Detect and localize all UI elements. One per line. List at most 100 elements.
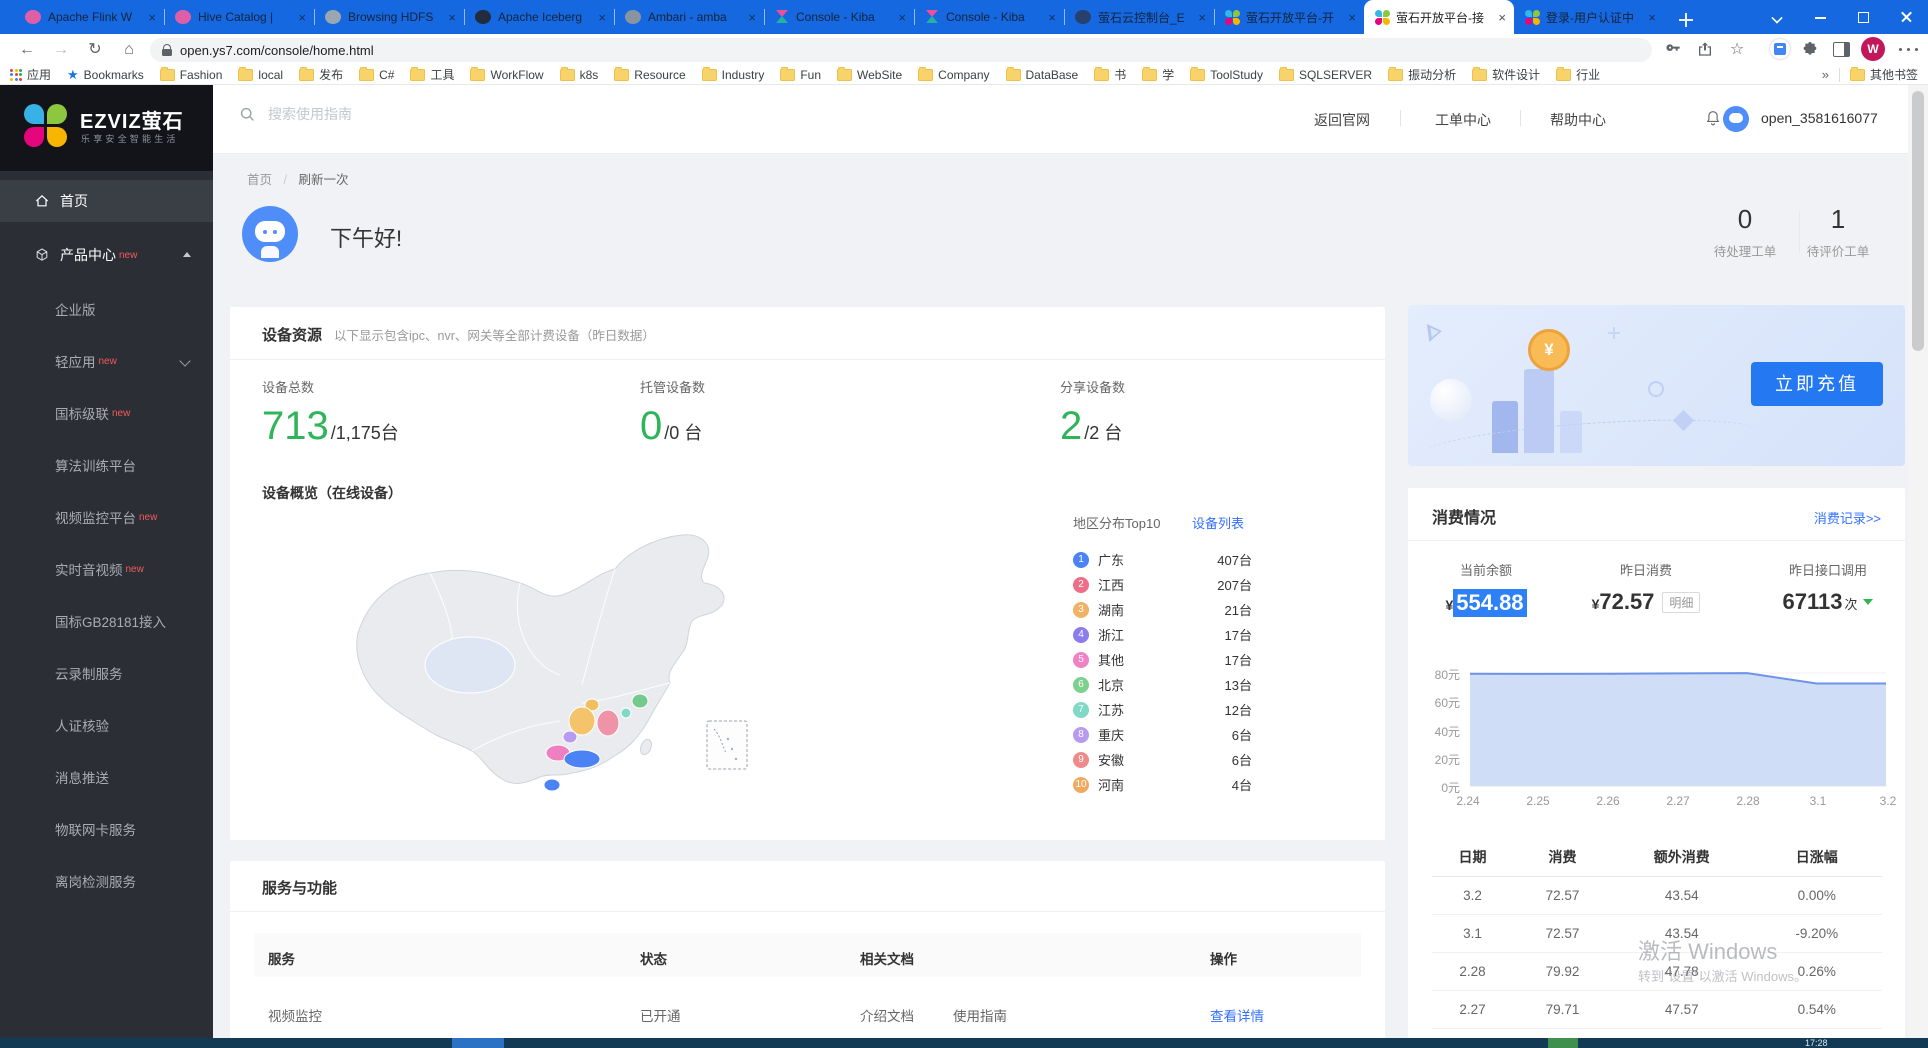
taskbar-app-blue[interactable] bbox=[452, 1038, 504, 1048]
bookmark-folder[interactable]: Fashion bbox=[160, 68, 223, 82]
bookmark-folder[interactable]: local bbox=[238, 68, 283, 82]
tab-close-icon[interactable]: × bbox=[446, 10, 458, 25]
consumption-records-link[interactable]: 消费记录>> bbox=[1814, 508, 1881, 527]
recharge-button[interactable]: 立即充值 bbox=[1751, 362, 1883, 406]
region-row[interactable]: 4浙江17台 bbox=[1073, 622, 1252, 647]
bookmark-folder[interactable]: 振动分析 bbox=[1388, 66, 1456, 83]
window-close-icon[interactable] bbox=[1885, 0, 1928, 34]
link-help-center[interactable]: 帮助中心 bbox=[1550, 110, 1606, 130]
browser-tab[interactable]: Browsing HDFS× bbox=[314, 0, 464, 34]
browser-menu-kebab-icon[interactable] bbox=[1896, 37, 1920, 61]
notification-bell-icon[interactable] bbox=[1704, 109, 1722, 132]
translate-icon[interactable] bbox=[1768, 37, 1792, 61]
detail-tag-button[interactable]: 明细 bbox=[1662, 592, 1700, 613]
search-input[interactable] bbox=[266, 105, 570, 123]
bookmark-folder[interactable]: Fun bbox=[780, 68, 821, 82]
bookmark-folder[interactable]: ToolStudy bbox=[1190, 68, 1263, 82]
page-scrollbar[interactable] bbox=[1908, 85, 1928, 1038]
browser-menu-chevron-icon[interactable] bbox=[1756, 0, 1799, 34]
sidebar-item-物联网卡服务[interactable]: 物联网卡服务 bbox=[0, 803, 213, 855]
bookmark-folder[interactable]: DataBase bbox=[1006, 68, 1079, 82]
bookmark-star-icon[interactable]: ☆ bbox=[1725, 37, 1749, 61]
bookmark-folder[interactable]: Resource bbox=[614, 68, 685, 82]
sidebar-item-国标GB28181接入[interactable]: 国标GB28181接入 bbox=[0, 595, 213, 647]
password-key-icon[interactable] bbox=[1661, 37, 1685, 61]
tab-close-icon[interactable]: × bbox=[1646, 10, 1658, 25]
service-detail-link[interactable]: 查看详情 bbox=[1210, 1005, 1264, 1025]
browser-tab[interactable]: 萤石开放平台-接× bbox=[1364, 0, 1514, 34]
bookmark-folder[interactable]: WebSite bbox=[837, 68, 902, 82]
reload-icon[interactable]: ↻ bbox=[82, 34, 108, 65]
sidebar-item-轻应用[interactable]: 轻应用new bbox=[0, 335, 213, 387]
sidebar-item-企业版[interactable]: 企业版 bbox=[0, 283, 213, 335]
region-row[interactable]: 8重庆6台 bbox=[1073, 722, 1252, 747]
browser-tab[interactable]: Ambari - amba× bbox=[614, 0, 764, 34]
tab-close-icon[interactable]: × bbox=[1046, 10, 1058, 25]
scrollbar-thumb[interactable] bbox=[1912, 91, 1924, 351]
device-list-link[interactable]: 设备列表 bbox=[1192, 513, 1244, 532]
window-minimize-icon[interactable] bbox=[1799, 0, 1842, 34]
tab-close-icon[interactable]: × bbox=[1346, 10, 1358, 25]
sidebar-item-product-center[interactable]: 产品中心 new bbox=[0, 235, 213, 275]
region-row[interactable]: 3湖南21台 bbox=[1073, 597, 1252, 622]
region-row[interactable]: 10河南4台 bbox=[1073, 772, 1252, 797]
tab-close-icon[interactable]: × bbox=[1196, 10, 1208, 25]
bookmark-folder[interactable]: 发布 bbox=[299, 66, 343, 83]
link-ticket-center[interactable]: 工单中心 bbox=[1435, 110, 1491, 130]
browser-tab[interactable]: Console - Kiba× bbox=[914, 0, 1064, 34]
collapse-arrow-icon[interactable] bbox=[183, 252, 191, 257]
region-row[interactable]: 9安徽6台 bbox=[1073, 747, 1252, 772]
bookmark-folder[interactable]: 行业 bbox=[1556, 66, 1600, 83]
sidebar-item-离岗检测服务[interactable]: 离岗检测服务 bbox=[0, 855, 213, 907]
sidebar-item-人证核验[interactable]: 人证核验 bbox=[0, 699, 213, 751]
sidebar-item-视频监控平台[interactable]: 视频监控平台new bbox=[0, 491, 213, 543]
home-icon[interactable]: ⌂ bbox=[116, 34, 142, 65]
browser-tab[interactable]: Console - Kiba× bbox=[764, 0, 914, 34]
bookmark-folder[interactable]: Company bbox=[918, 68, 989, 82]
tab-close-icon[interactable]: × bbox=[1496, 10, 1508, 25]
sidebar-item-home[interactable]: 首页 bbox=[0, 180, 213, 222]
profile-avatar[interactable]: W bbox=[1861, 37, 1885, 61]
tab-close-icon[interactable]: × bbox=[146, 10, 158, 25]
taskbar-app-green[interactable] bbox=[1548, 1038, 1578, 1048]
bookmarks-overflow-icon[interactable]: » bbox=[1822, 67, 1829, 82]
new-tab-button[interactable] bbox=[1672, 6, 1700, 34]
bookmark-apps[interactable]: 应用 bbox=[10, 66, 51, 83]
region-row[interactable]: 6北京13台 bbox=[1073, 672, 1252, 697]
bookmark-folder[interactable]: C# bbox=[359, 68, 394, 82]
sidebar-item-国标级联[interactable]: 国标级联new bbox=[0, 387, 213, 439]
bookmark-folder[interactable]: 软件设计 bbox=[1472, 66, 1540, 83]
sidebar-item-实时音视频[interactable]: 实时音视频new bbox=[0, 543, 213, 595]
sidebar-item-云录制服务[interactable]: 云录制服务 bbox=[0, 647, 213, 699]
tab-close-icon[interactable]: × bbox=[596, 10, 608, 25]
region-row[interactable]: 5其他17台 bbox=[1073, 647, 1252, 672]
share-icon[interactable] bbox=[1693, 37, 1717, 61]
tab-close-icon[interactable]: × bbox=[296, 10, 308, 25]
browser-tab[interactable]: Apache Flink W× bbox=[14, 0, 164, 34]
region-row[interactable]: 1广东407台 bbox=[1073, 547, 1252, 572]
tab-close-icon[interactable]: × bbox=[746, 10, 758, 25]
forward-icon[interactable]: → bbox=[48, 34, 74, 65]
bookmark-folder[interactable]: 工具 bbox=[410, 66, 454, 83]
bookmark-folder[interactable]: Industry bbox=[702, 68, 765, 82]
service-doc-link[interactable]: 介绍文档 bbox=[860, 1005, 914, 1025]
bookmark-folder[interactable]: k8s bbox=[560, 68, 599, 82]
user-avatar[interactable] bbox=[1723, 106, 1749, 132]
sidebar-item-消息推送[interactable]: 消息推送 bbox=[0, 751, 213, 803]
back-icon[interactable]: ← bbox=[14, 34, 40, 65]
region-row[interactable]: 7江苏12台 bbox=[1073, 697, 1252, 722]
address-bar[interactable]: open.ys7.com/console/home.html bbox=[150, 38, 1652, 62]
username[interactable]: open_3581616077 bbox=[1761, 110, 1878, 126]
window-maximize-icon[interactable] bbox=[1842, 0, 1885, 34]
dropdown-triangle-icon[interactable] bbox=[1863, 599, 1873, 605]
extensions-puzzle-icon[interactable] bbox=[1798, 37, 1822, 61]
sidebar-item-算法训练平台[interactable]: 算法训练平台 bbox=[0, 439, 213, 491]
side-panel-icon[interactable] bbox=[1829, 37, 1853, 61]
bookmark-bookmarks[interactable]: ★Bookmarks bbox=[67, 67, 144, 83]
tab-close-icon[interactable]: × bbox=[896, 10, 908, 25]
bookmark-folder[interactable]: 书 bbox=[1094, 66, 1126, 83]
bookmark-folder[interactable]: SQLSERVER bbox=[1279, 68, 1372, 82]
browser-tab[interactable]: 萤石云控制台_E× bbox=[1064, 0, 1214, 34]
region-row[interactable]: 2江西207台 bbox=[1073, 572, 1252, 597]
bookmark-folder[interactable]: 学 bbox=[1142, 66, 1174, 83]
